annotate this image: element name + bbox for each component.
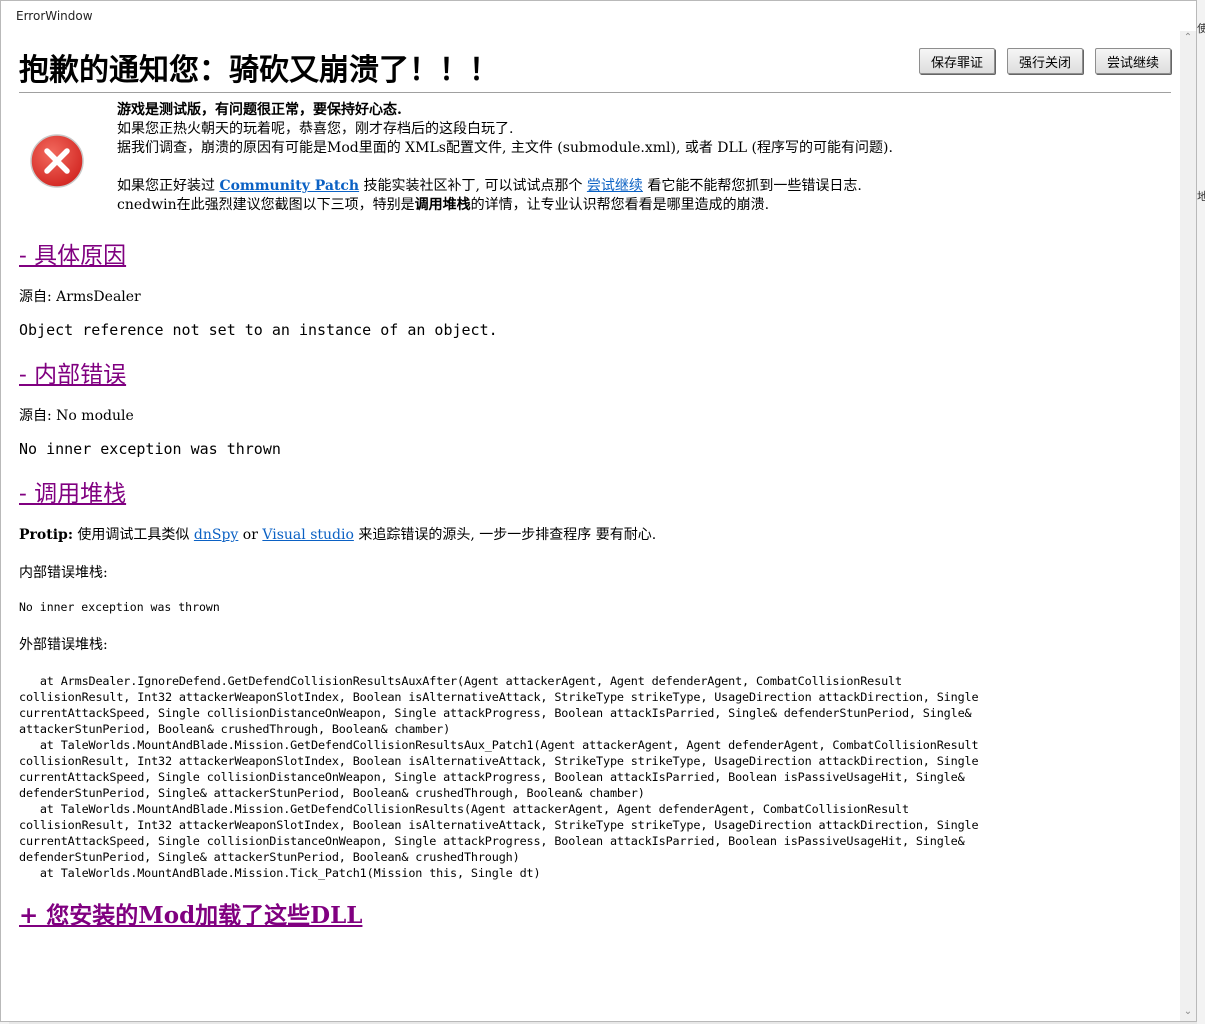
error-content: 抱歉的通知您：骑砍又崩溃了！！！ 保存罪证 强行关闭 尝试继续 游戏是测试版，有…: [1, 31, 1181, 1021]
intro-line-5: cnedwin在此强烈建议您截图以下三项，特别是调用堆栈的详情，让专业认识帮您看…: [117, 196, 1157, 215]
reason-source-row: 源自: ArmsDealer: [19, 286, 1169, 306]
protip-label: Protip:: [19, 527, 73, 543]
reason-section: - 具体原因: [19, 236, 1169, 270]
intro-line-5-text: cnedwin在此强烈建议您截图以下三项，特别是: [117, 197, 415, 213]
outer-stack: at ArmsDealer.IgnoreDefend.GetDefendColl…: [19, 674, 979, 880]
inner-source-row: 源自: No module: [19, 405, 1169, 425]
inner-section: - 内部错误: [19, 355, 1169, 389]
background-desktop-right: 使 地: [1197, 0, 1205, 1024]
community-patch-link[interactable]: Community Patch: [219, 178, 359, 194]
reason-message: Object reference not set to an instance …: [19, 321, 498, 339]
chevron-up-icon[interactable]: ⌃: [1183, 33, 1193, 43]
header: 抱歉的通知您：骑砍又崩溃了！！！ 保存罪证 强行关闭 尝试继续: [19, 43, 1171, 95]
intro-line-1: 游戏是测试版，有问题很正常，要保持好心态.: [117, 102, 402, 118]
protip-text: 来追踪错误的源头, 一步一步排查程序 要有耐心.: [353, 527, 657, 543]
outer-stack-label: 外部错误堆栈:: [19, 637, 108, 653]
inner-stack-label: 内部错误堆栈:: [19, 565, 108, 581]
inner-message-row: No inner exception was thrown: [19, 440, 1169, 458]
intro-line-4: 如果您正好装过 Community Patch 技能实装社区补丁, 可以试试点那…: [117, 177, 1157, 196]
chevron-down-icon[interactable]: ⌄: [1183, 1007, 1193, 1017]
action-buttons: 保存罪证 强行关闭 尝试继续: [918, 48, 1171, 74]
inner-title[interactable]: - 内部错误: [19, 355, 1169, 389]
header-divider: [19, 92, 1171, 93]
intro-line-4-text: 技能实装社区补丁, 可以试试点那个: [359, 178, 587, 194]
protip-or: or: [238, 527, 263, 543]
inner-stack-label-row: 内部错误堆栈:: [19, 562, 1169, 582]
try-continue-link[interactable]: 尝试继续: [587, 178, 643, 194]
visual-studio-link[interactable]: Visual studio: [262, 527, 354, 543]
protip: Protip: 使用调试工具类似 dnSpy or Visual studio …: [19, 524, 1169, 544]
protip-row: Protip: 使用调试工具类似 dnSpy or Visual studio …: [19, 524, 1169, 544]
intro-line-5-text: 的详情，让专业认识帮您看看是哪里造成的崩溃.: [470, 197, 770, 213]
force-close-button[interactable]: 强行关闭: [1006, 48, 1083, 74]
error-x-icon: [30, 134, 84, 188]
page-title: 抱歉的通知您：骑砍又崩溃了！！！: [19, 53, 499, 88]
intro-line-4-text: 看它能不能帮您抓到一些错误日志.: [642, 178, 862, 194]
dll-title[interactable]: + 您安装的Mod加载了这些DLL: [19, 896, 1169, 930]
callstack-title[interactable]: - 调用堆栈: [19, 474, 1169, 508]
inner-stack: No inner exception was thrown: [19, 600, 220, 614]
dll-section: + 您安装的Mod加载了这些DLL: [19, 896, 1169, 930]
protip-text: 使用调试工具类似: [72, 527, 194, 543]
intro-line-5-bold: 调用堆栈: [414, 197, 471, 213]
window-title: ErrorWindow: [1, 1, 1196, 31]
intro-line-2: 如果您正热火朝天的玩着呢，恭喜您，刚才存档后的这段白玩了.: [117, 121, 514, 137]
reason-source: 源自: ArmsDealer: [19, 289, 141, 305]
inner-stack-row: No inner exception was thrown: [19, 600, 1169, 614]
save-evidence-button[interactable]: 保存罪证: [918, 48, 995, 74]
callstack-section: - 调用堆栈: [19, 474, 1169, 508]
dnspy-link[interactable]: dnSpy: [194, 527, 238, 543]
inner-message: No inner exception was thrown: [19, 440, 281, 458]
intro-line-4-text: 如果您正好装过: [117, 178, 220, 194]
vertical-scrollbar[interactable]: ⌃ ⌄: [1180, 31, 1196, 1021]
outer-stack-label-row: 外部错误堆栈:: [19, 634, 1169, 654]
try-continue-button[interactable]: 尝试继续: [1094, 48, 1171, 74]
inner-source: 源自: No module: [19, 408, 134, 424]
intro-text: 游戏是测试版，有问题很正常，要保持好心态. 如果您正热火朝天的玩着呢，恭喜您，刚…: [117, 101, 1157, 215]
reason-message-row: Object reference not set to an instance …: [19, 321, 1169, 339]
background-glyph: 地: [1197, 190, 1205, 203]
outer-stack-row: at ArmsDealer.IgnoreDefend.GetDefendColl…: [19, 673, 1169, 881]
error-window: ErrorWindow 抱歉的通知您：骑砍又崩溃了！！！ 保存罪证 强行关闭 尝…: [0, 0, 1197, 1022]
background-glyph: 使: [1197, 22, 1205, 35]
reason-title[interactable]: - 具体原因: [19, 236, 1169, 270]
intro-line-3: 据我们调查，崩溃的原因有可能是Mod里面的 XMLs配置文件, 主文件 (sub…: [117, 140, 893, 156]
